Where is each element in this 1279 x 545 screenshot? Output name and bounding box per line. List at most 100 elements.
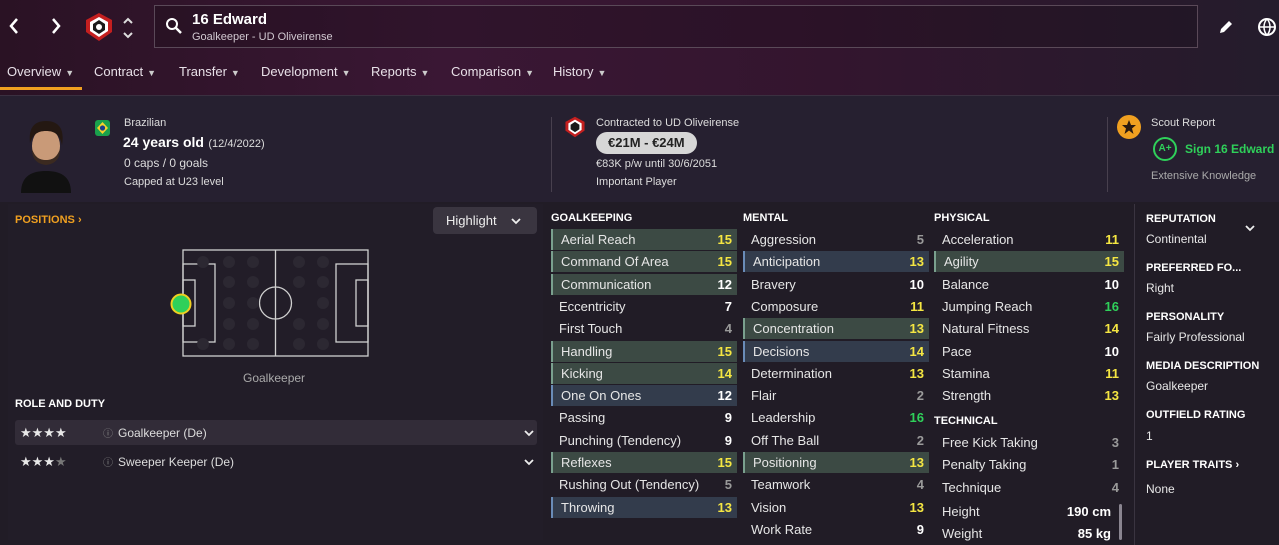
positions-link[interactable]: POSITIONS › — [15, 214, 82, 226]
attribute-name: Flair — [751, 388, 777, 404]
attribute-row-goalkeeping[interactable]: Punching (Tendency) 9 — [551, 430, 737, 451]
attribute-row-mental[interactable]: Leadership 16 — [743, 407, 929, 428]
role-row[interactable]: ★★★★ ⓘ Goalkeeper (De) — [15, 420, 537, 445]
media-description-value: Goalkeeper — [1146, 379, 1209, 393]
attribute-name: Aggression — [751, 232, 817, 247]
player-switch-arrows[interactable] — [121, 14, 135, 42]
attribute-row-goalkeeping[interactable]: Command Of Area 15 — [551, 251, 737, 273]
preferred-foot-value: Right — [1146, 281, 1175, 295]
attribute-value: 11 — [1105, 232, 1119, 247]
attribute-row-mental[interactable]: Composure 11 — [743, 296, 929, 317]
attribute-row-goalkeeping[interactable]: Kicking 14 — [551, 362, 737, 384]
tab-comparison[interactable]: Comparison ▼ — [451, 60, 534, 90]
attribute-row-mental[interactable]: Decisions 14 — [743, 340, 929, 362]
attribute-row-mental[interactable]: Aggression 5 — [743, 229, 929, 250]
role-row[interactable]: ★★★★ ⓘ Sweeper Keeper (De) — [15, 449, 537, 474]
highlight-dropdown[interactable]: Highlight — [433, 207, 537, 234]
star-icon — [1117, 115, 1141, 139]
attribute-value: 4 — [724, 321, 732, 337]
personality-title: PERSONALITY — [1146, 311, 1225, 323]
attribute-name: Jumping Reach — [942, 298, 1033, 314]
attribute-value: 13 — [717, 499, 732, 515]
tab-overview[interactable]: Overview ▼ — [0, 60, 83, 90]
attribute-value: 9 — [724, 432, 732, 448]
attribute-row-goalkeeping[interactable]: Rushing Out (Tendency) 5 — [551, 474, 737, 495]
scout-recommendation[interactable]: Sign 16 Edward — [1185, 142, 1274, 156]
attribute-row-physical[interactable]: Acceleration 11 — [934, 229, 1124, 250]
globe-icon[interactable] — [1256, 16, 1278, 38]
attribute-row-mental[interactable]: Positioning 13 — [743, 452, 929, 473]
attribute-row-physical[interactable]: Strength 13 — [934, 385, 1124, 406]
attribute-row-physical[interactable]: Agility 15 — [934, 251, 1124, 273]
goalkeeper-position-marker[interactable] — [170, 293, 192, 315]
chevron-down-icon: ▼ — [147, 68, 157, 78]
attribute-row-physical[interactable]: Natural Fitness 14 — [934, 318, 1124, 339]
chevron-right-icon — [52, 18, 61, 34]
attribute-name: One On Ones — [561, 388, 642, 404]
tab-contract[interactable]: Contract ▼ — [94, 60, 156, 90]
tab-development[interactable]: Development ▼ — [261, 60, 351, 90]
chevron-down-icon: ▼ — [420, 68, 430, 78]
role-duty-title: ROLE AND DUTY — [15, 398, 106, 410]
attribute-row-physical[interactable]: Balance 10 — [934, 274, 1124, 295]
attribute-row-goalkeeping[interactable]: One On Ones 12 — [551, 385, 737, 407]
attribute-name: Decisions — [753, 343, 810, 359]
role-label: Goalkeeper (De) — [118, 426, 207, 440]
attribute-row-technical[interactable]: Technique 4 — [934, 477, 1124, 498]
attribute-value: 14 — [717, 365, 732, 381]
attribute-name: Stamina — [942, 365, 990, 381]
attribute-name: Communication — [561, 276, 652, 292]
attribute-value: 15 — [717, 343, 732, 359]
attribute-row-goalkeeping[interactable]: Communication 12 — [551, 273, 737, 295]
attribute-name: Pace — [942, 343, 972, 359]
position-label: Goalkeeper — [243, 371, 306, 385]
forward-button[interactable] — [44, 12, 68, 42]
attribute-row-mental[interactable]: Teamwork 4 — [743, 474, 929, 495]
attribute-name: Passing — [559, 410, 606, 426]
chevron-down-icon: ▼ — [525, 68, 535, 78]
pencil-icon[interactable] — [1215, 16, 1237, 38]
scrollbar[interactable] — [1119, 504, 1122, 540]
attribute-row-goalkeeping[interactable]: Reflexes 15 — [551, 452, 737, 473]
attribute-name: Free Kick Taking — [942, 435, 1038, 450]
attribute-row-mental[interactable]: Bravery 10 — [743, 274, 929, 295]
attribute-row-physical[interactable]: Jumping Reach 16 — [934, 296, 1124, 317]
attribute-row-mental[interactable]: Flair 2 — [743, 385, 929, 406]
mental-heading: MENTAL — [743, 212, 789, 224]
attribute-value: 12 — [717, 276, 732, 292]
player-traits-link[interactable]: PLAYER TRAITS › — [1146, 459, 1239, 471]
contract-club: Contracted to UD Oliveirense — [596, 117, 740, 129]
attribute-row-technical[interactable]: Penalty Taking 1 — [934, 454, 1124, 475]
player-search-box[interactable]: 16 Edward Goalkeeper - UD Oliveirense — [154, 5, 1198, 48]
chevron-down-icon: ▼ — [65, 68, 75, 78]
attribute-value: 1 — [1111, 457, 1119, 473]
tab-reports[interactable]: Reports ▼ — [371, 60, 429, 90]
attribute-row-goalkeeping[interactable]: Handling 15 — [551, 340, 737, 362]
attribute-row-physical[interactable]: Pace 10 — [934, 341, 1124, 362]
back-button[interactable] — [2, 12, 26, 42]
attribute-row-goalkeeping[interactable]: Passing 9 — [551, 407, 737, 428]
attribute-row-mental[interactable]: Vision 13 — [743, 497, 929, 518]
attribute-name: Rushing Out (Tendency) — [559, 477, 700, 493]
tab-transfer[interactable]: Transfer ▼ — [179, 60, 240, 90]
tab-history[interactable]: History ▼ — [553, 60, 606, 90]
attribute-row-technical[interactable]: Free Kick Taking 3 — [934, 432, 1124, 453]
chevron-down-icon[interactable] — [1245, 224, 1255, 232]
role-stars: ★★★★ — [20, 454, 67, 469]
attribute-row-mental[interactable]: Determination 13 — [743, 363, 929, 384]
attribute-row-goalkeeping[interactable]: Throwing 13 — [551, 496, 737, 518]
attribute-row-mental[interactable]: Concentration 13 — [743, 318, 929, 340]
attribute-row-mental[interactable]: Off The Ball 2 — [743, 430, 929, 451]
attribute-row-goalkeeping[interactable]: First Touch 4 — [551, 318, 737, 339]
attribute-row-goalkeeping[interactable]: Aerial Reach 15 — [551, 229, 737, 250]
transfer-value-badge[interactable]: €21M - €24M — [596, 132, 697, 154]
scout-knowledge: Extensive Knowledge — [1151, 170, 1257, 182]
attribute-row-physical[interactable]: Stamina 11 — [934, 363, 1124, 384]
attribute-value: 7 — [724, 298, 732, 314]
attribute-value: 2 — [916, 432, 924, 448]
attribute-row-mental[interactable]: Work Rate 9 — [743, 519, 929, 540]
outfield-rating-value: 1 — [1146, 429, 1153, 443]
attribute-row-goalkeeping[interactable]: Eccentricity 7 — [551, 296, 737, 317]
attribute-row-mental[interactable]: Anticipation 13 — [743, 251, 929, 273]
club-crest-icon[interactable] — [84, 12, 114, 42]
